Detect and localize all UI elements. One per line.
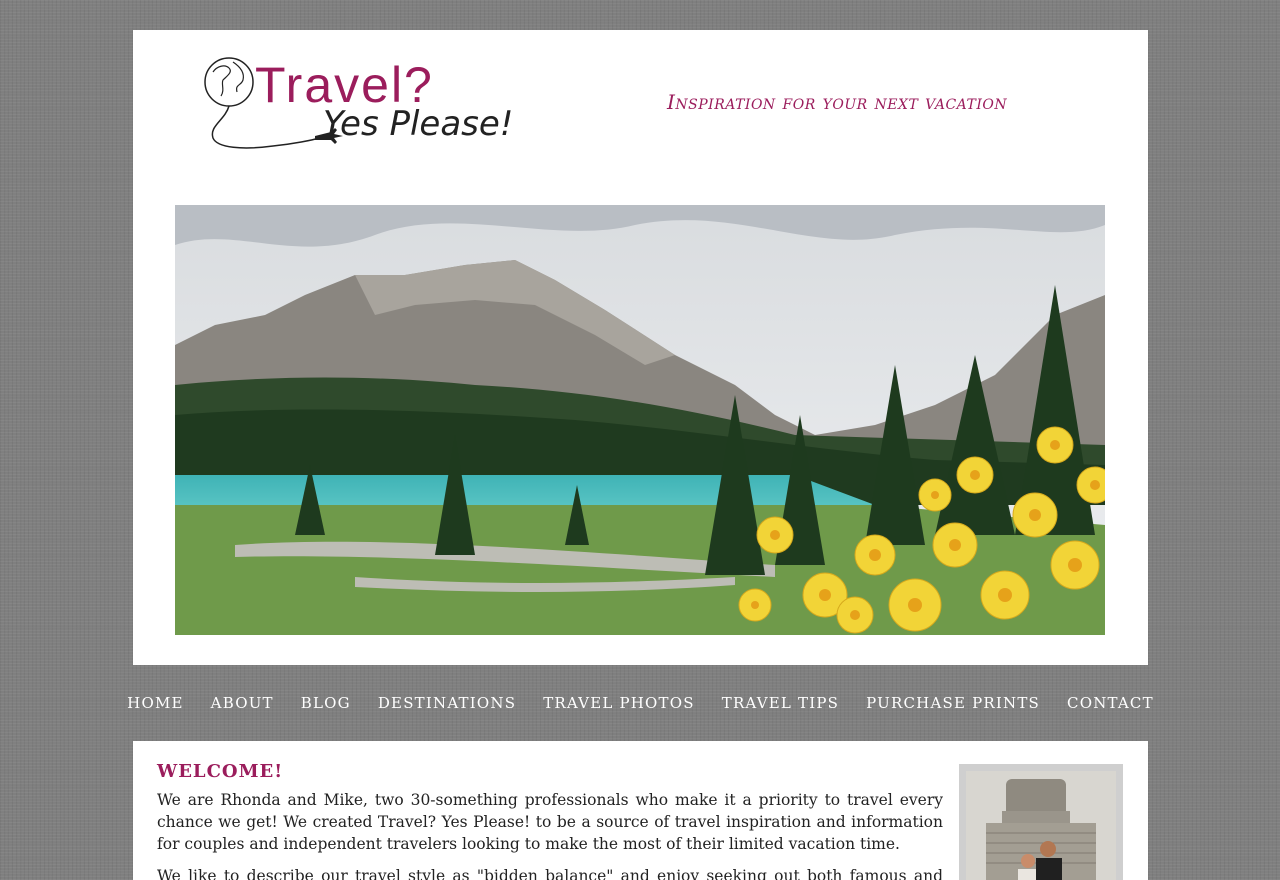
content-panel: WELCOME! We are Rhonda and Mike, two 30-…	[133, 741, 1148, 880]
site-logo[interactable]: Travel? Yes Please!	[203, 54, 513, 158]
welcome-paragraph-1: We are Rhonda and Mike, two 30-something…	[157, 791, 943, 853]
nav-blog[interactable]: BLOG	[287, 694, 364, 712]
header-panel: Travel? Yes Please! Inspiration for your…	[133, 30, 1148, 665]
welcome-text: We are Rhonda and Mike, two 30-something…	[157, 789, 943, 880]
author-photo	[959, 764, 1123, 880]
main-nav: HOME ABOUT BLOG DESTINATIONS TRAVEL PHOT…	[127, 665, 1152, 741]
nav-destinations[interactable]: DESTINATIONS	[364, 694, 529, 712]
nav-contact[interactable]: CONTACT	[1054, 694, 1168, 712]
nav-purchase-prints[interactable]: PURCHASE PRINTS	[853, 694, 1054, 712]
nav-travel-tips[interactable]: TRAVEL TIPS	[708, 694, 852, 712]
logo-yes-please-text: Yes Please!	[323, 104, 514, 144]
nav-travel-photos[interactable]: TRAVEL PHOTOS	[530, 694, 709, 712]
welcome-title: WELCOME!	[157, 761, 284, 782]
page-container: Travel? Yes Please! Inspiration for your…	[127, 30, 1153, 880]
nav-about[interactable]: ABOUT	[197, 694, 287, 712]
hero-image	[175, 205, 1105, 635]
welcome-paragraph-2: We like to describe our travel style as …	[157, 867, 943, 880]
couple-photo	[966, 771, 1116, 880]
nav-home[interactable]: HOME	[114, 694, 198, 712]
lake-mountain-photo	[175, 205, 1105, 635]
site-tagline: Inspiration for your next vacation	[667, 90, 1008, 114]
